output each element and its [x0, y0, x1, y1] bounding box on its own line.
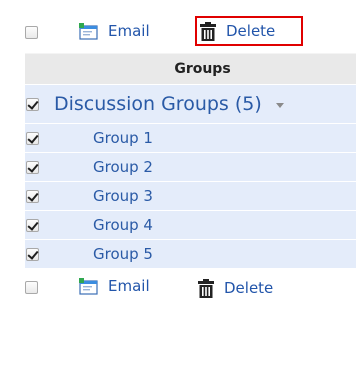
email-label: Email [108, 277, 150, 295]
group-row[interactable]: Group 1 [25, 124, 356, 153]
delete-button-bottom[interactable]: Delete [195, 273, 303, 303]
group-checkbox[interactable] [26, 160, 39, 174]
group-checkbox[interactable] [26, 247, 39, 261]
groups-header-label: Groups [174, 61, 231, 77]
groups-column-header[interactable]: Groups [25, 53, 356, 84]
group-row[interactable]: Group 4 [25, 211, 356, 240]
discussion-groups-title: Discussion Groups (5) [54, 93, 262, 115]
group-checkbox[interactable] [26, 131, 39, 145]
group-row[interactable]: Group 3 [25, 182, 356, 211]
group-checkbox[interactable] [26, 218, 39, 232]
group-label[interactable]: Group 2 [93, 158, 153, 176]
bottom-toolbar: Email Delete [25, 269, 356, 305]
discussion-groups-checkbox[interactable] [26, 97, 39, 111]
top-toolbar: Email Delete [25, 13, 356, 53]
email-button-top[interactable]: Email [79, 22, 150, 40]
group-row[interactable]: Group 2 [25, 153, 356, 182]
select-all-checkbox-top[interactable] [25, 26, 38, 39]
trash-icon [200, 21, 216, 41]
group-label[interactable]: Group 3 [93, 187, 153, 205]
delete-button-top[interactable]: Delete [195, 16, 303, 46]
group-row[interactable]: Group 5 [25, 240, 356, 269]
email-label: Email [108, 22, 150, 40]
chevron-down-icon[interactable] [275, 103, 284, 108]
email-icon [79, 22, 98, 40]
group-label[interactable]: Group 5 [93, 245, 153, 263]
email-icon [79, 277, 98, 295]
delete-label: Delete [226, 22, 276, 40]
group-label[interactable]: Group 1 [93, 129, 153, 147]
select-all-checkbox-bottom[interactable] [25, 281, 38, 294]
groups-panel: Email Delete Groups Discussion Groups (5… [25, 13, 356, 305]
delete-label: Delete [224, 279, 274, 297]
email-button-bottom[interactable]: Email [79, 277, 150, 295]
group-label[interactable]: Group 4 [93, 216, 153, 234]
group-checkbox[interactable] [26, 189, 39, 203]
trash-icon [198, 278, 214, 298]
discussion-groups-row[interactable]: Discussion Groups (5) [25, 84, 356, 124]
